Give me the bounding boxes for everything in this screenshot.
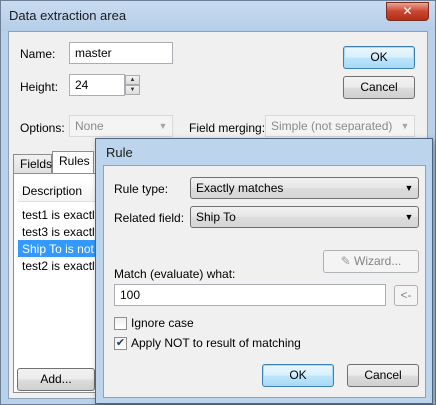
chevron-down-icon: ▼: [158, 121, 168, 131]
cancel-button[interactable]: Cancel: [343, 76, 415, 99]
height-label: Height:: [20, 80, 59, 94]
tab-rules[interactable]: Rules: [52, 151, 94, 173]
check-icon: ✔: [115, 337, 126, 349]
wizard-button-label: Wizard...: [354, 254, 402, 268]
chevron-down-icon: ▼: [404, 212, 414, 222]
rule-client-area: Rule type: Exactly matches ▼ Related fie…: [103, 165, 426, 398]
field-merging-label: Field merging:: [189, 121, 266, 135]
rule-ok-button[interactable]: OK: [262, 364, 334, 387]
rule-cancel-button[interactable]: Cancel: [347, 364, 419, 387]
chevron-down-icon: ▼: [404, 183, 414, 193]
outer-titlebar[interactable]: Data extraction area ✕: [1, 1, 435, 31]
match-field[interactable]: 100: [114, 284, 386, 306]
insert-arrow-button: <-: [394, 285, 418, 306]
rule-type-select[interactable]: Exactly matches ▼: [190, 177, 419, 199]
height-field[interactable]: 24: [69, 74, 125, 96]
rule-type-value: Exactly matches: [196, 181, 284, 195]
name-label: Name:: [20, 47, 56, 61]
rule-dialog: Rule Rule type: Exactly matches ▼ Relate…: [95, 138, 433, 404]
rule-titlebar[interactable]: Rule: [96, 139, 432, 165]
related-field-select[interactable]: Ship To ▼: [190, 206, 419, 228]
apply-not-checkbox[interactable]: ✔: [114, 337, 127, 350]
height-spinner[interactable]: ▲ ▼: [125, 75, 140, 95]
outer-dialog-title: Data extraction area: [9, 8, 127, 23]
ok-button[interactable]: OK: [343, 46, 415, 69]
ignore-case-checkbox[interactable]: [114, 317, 127, 330]
rule-dialog-title: Rule: [106, 145, 133, 160]
wand-icon: ✎: [340, 254, 355, 268]
rule-type-label: Rule type:: [114, 182, 169, 196]
related-field-label: Related field:: [114, 211, 185, 225]
options-value: None: [75, 119, 104, 133]
add-rule-button[interactable]: Add...: [17, 368, 95, 391]
tab-fields[interactable]: Fields: [13, 154, 52, 174]
spin-up-icon[interactable]: ▲: [125, 75, 140, 85]
apply-not-label[interactable]: Apply NOT to result of matching: [131, 336, 301, 350]
chevron-down-icon: ▼: [400, 121, 410, 131]
options-select: None ▼: [69, 115, 173, 137]
name-field[interactable]: master: [69, 42, 173, 64]
rules-tab-panel: Description test1 is exactly test3 is ex…: [13, 173, 108, 393]
related-field-value: Ship To: [196, 210, 236, 224]
options-label: Options:: [20, 121, 65, 135]
spin-down-icon[interactable]: ▼: [125, 85, 140, 95]
match-label: Match (evaluate) what:: [114, 267, 236, 281]
field-merging-select: Simple (not separated) ▼: [265, 115, 415, 137]
field-merging-value: Simple (not separated): [271, 119, 393, 133]
wizard-button: ✎ Wizard...: [323, 250, 419, 273]
ignore-case-label[interactable]: Ignore case: [131, 316, 194, 330]
close-button[interactable]: ✕: [386, 2, 429, 21]
